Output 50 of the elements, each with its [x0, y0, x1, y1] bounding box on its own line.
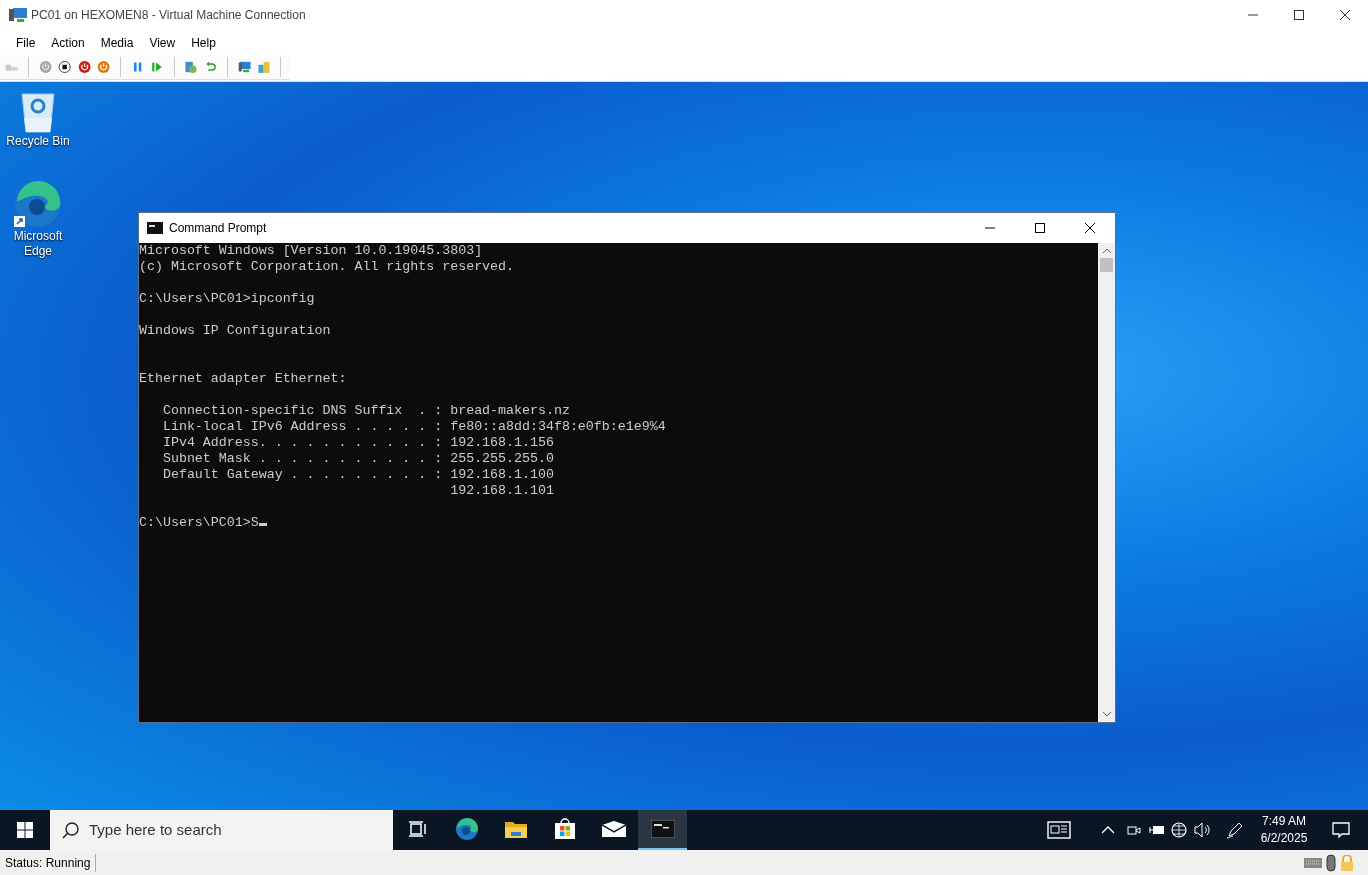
edge-icon[interactable] [13, 179, 63, 229]
lock-icon [1340, 854, 1354, 871]
window-title: Command Prompt [169, 220, 267, 237]
task-view-icon [408, 820, 427, 838]
maximize-icon[interactable] [1035, 223, 1045, 233]
maximize-icon[interactable] [1294, 10, 1304, 20]
console-icon [650, 820, 675, 838]
power-icon[interactable] [96, 58, 111, 76]
scroll-down-icon[interactable] [1102, 712, 1111, 717]
status-text: Status: Running [0, 853, 97, 872]
menu-item[interactable]: Help [184, 33, 223, 52]
search-field[interactable]: Type here to search [50, 810, 393, 850]
notifications-icon[interactable] [1332, 821, 1350, 839]
chevron-up-icon[interactable] [1101, 826, 1115, 834]
close-icon[interactable] [1340, 10, 1350, 20]
close-icon[interactable] [1085, 223, 1095, 233]
stop-icon[interactable] [58, 58, 72, 76]
scrollbar[interactable] [1098, 243, 1115, 722]
mail-icon [601, 821, 626, 837]
vm-monitor-icon [9, 7, 27, 23]
menu-item[interactable]: Action [44, 33, 92, 52]
menu-item[interactable]: Media [93, 33, 141, 52]
keyboard-icon [1304, 857, 1322, 868]
search-icon [62, 821, 79, 839]
search-placeholder: Type here to search [89, 819, 222, 840]
menu-item[interactable]: View [142, 33, 183, 52]
pen-icon[interactable] [1226, 821, 1244, 839]
windows-logo-icon [17, 822, 33, 838]
edge-icon [454, 817, 479, 841]
desktop-icon-label: Recycle Bin [6, 134, 70, 149]
console-output: Microsoft Windows [Version 10.0.19045.3803] (c) Microsoft Corporation. All rights reserved. C:\Users\PC01>ipconfig Windows IP Configuration Ethernet adapter Ethernet: Connection-specific DNS Suffix . : bread-makers.nz Link-local IPv6 Address . . . . . : fe80::a8dd:34f8:e0fb:e1e9%4 IPv4 Address. . . . . . . . . . . : 192.168.1.156 Subnet Mask . . . . . . . . . . . : 255.255.255.0 Default Gateway . . . . . . . . . : 192.168.1.100 192.168.1.101 C:\Users\PC01>S [139, 243, 666, 530]
window-title: PC01 on HEXOMEN8 - Virtual Machine Connection [31, 7, 306, 24]
battery-icon[interactable] [1149, 824, 1165, 836]
date-text: 6/2/2025 [1260, 830, 1308, 847]
clock[interactable]: 7:49 AM 6/2/2025 [1254, 813, 1314, 847]
speaker-icon[interactable] [1194, 822, 1212, 838]
scroll-thumb[interactable] [1100, 258, 1113, 272]
globe-icon[interactable] [1171, 821, 1188, 839]
time-text: 7:49 AM [1262, 813, 1306, 830]
store-icon [553, 818, 576, 840]
shutdown-icon[interactable] [77, 58, 91, 76]
scroll-up-icon[interactable] [1102, 248, 1111, 253]
menu-item[interactable]: File [9, 33, 43, 52]
desktop-icon-label: Microsoft Edge [12, 229, 64, 259]
news-icon[interactable] [1047, 821, 1071, 839]
console-icon [147, 222, 163, 234]
mouse-icon [1326, 853, 1336, 872]
folder-icon [504, 819, 527, 839]
taskbar-app[interactable] [638, 810, 687, 850]
recycle-bin-icon[interactable] [18, 90, 58, 134]
